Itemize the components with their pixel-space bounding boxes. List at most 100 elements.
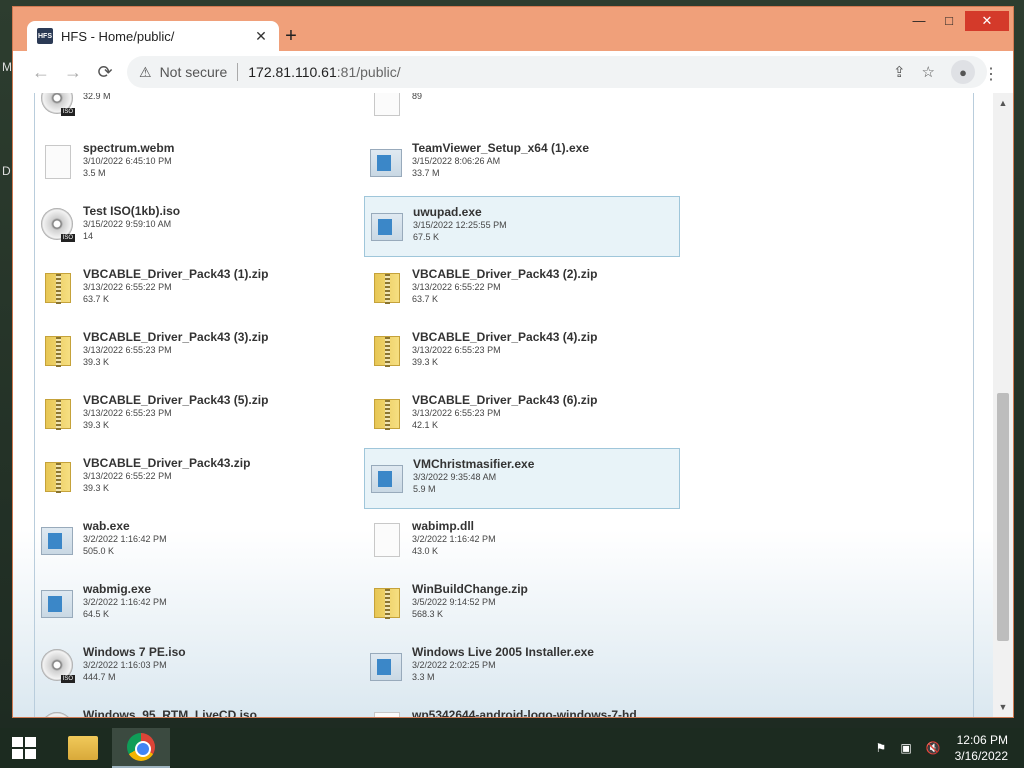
clock[interactable]: 12:06 PM 3/16/2022	[955, 732, 1008, 764]
file-item[interactable]: Windows 7 PE.iso3/2/2022 1:16:03 PM 444.7…	[35, 637, 351, 698]
zip-folder-icon[interactable]	[370, 334, 404, 372]
file-item[interactable]: VBCABLE_Driver_Pack43.zip 3/13/2022 6:55:…	[35, 448, 351, 509]
file-name[interactable]: uwupad.exe	[413, 205, 507, 219]
file-size: 32.9 M	[83, 93, 111, 101]
disc-image-icon[interactable]	[41, 649, 75, 687]
file-item[interactable]: VBCABLE_Driver_Pack43 (1).zip 3/13/2022 6…	[35, 259, 351, 320]
file-item[interactable]: uwupad.exe 3/15/2022 12:25:55 PM 67.5 K	[364, 196, 680, 257]
new-tab-button[interactable]: +	[279, 25, 303, 49]
file-date: 3/13/2022 6:55:23 PM	[83, 345, 172, 355]
file-date: 3/2/2022 1:16:42 PM	[412, 534, 496, 544]
tab-hfs[interactable]: HFS HFS - Home/public/ ✕	[27, 21, 279, 51]
zip-folder-icon[interactable]	[41, 460, 75, 498]
file-name[interactable]: VBCABLE_Driver_Pack43 (3).zip	[83, 330, 268, 344]
file-name[interactable]: Windows 7 PE.iso	[83, 645, 186, 659]
close-window-button[interactable]: ✕	[965, 11, 1009, 31]
file-name[interactable]: VBCABLE_Driver_Pack43 (5).zip	[83, 393, 268, 407]
file-item[interactable]: TeamViewer_Setup_x64 (1).exe 3/15/2022 8:…	[364, 133, 680, 194]
forward-arrow-icon[interactable]: →	[57, 56, 89, 88]
file-name[interactable]: VBCABLE_Driver_Pack43.zip	[83, 456, 250, 470]
document-icon[interactable]	[370, 523, 404, 561]
scrollbar-thumb[interactable]	[997, 393, 1009, 641]
zip-folder-icon[interactable]	[41, 397, 75, 435]
zip-folder-icon[interactable]	[370, 397, 404, 435]
file-name[interactable]: Windows Live 2005 Installer.exe	[412, 645, 594, 659]
file-date: 3/2/2022 2:02:25 PM	[412, 660, 496, 670]
address-bar[interactable]: ⚠ Not secure 172.81.110.61:81/public/ ⇪ …	[127, 56, 987, 88]
file-item[interactable]: VMChristmasifier.exe 3/3/2022 9:35:48 AM 5…	[364, 448, 680, 509]
file-name[interactable]: spectrum.webm	[83, 141, 174, 155]
star-icon[interactable]: ☆	[922, 63, 935, 81]
scroll-down-icon[interactable]: ▼	[993, 699, 1013, 715]
tab-close-icon[interactable]: ✕	[253, 28, 269, 45]
maximize-button[interactable]: □	[935, 11, 963, 31]
file-item[interactable]: VBCABLE_Driver_Pack43 (3).zip 3/13/2022 6…	[35, 322, 351, 383]
volume-muted-icon[interactable]: 🔇	[926, 741, 941, 755]
file-item[interactable]: VBCABLE_Driver_Pack43 (5).zip 3/13/2022 6…	[35, 385, 351, 446]
file-name[interactable]: VMChristmasifier.exe	[413, 457, 534, 471]
file-item[interactable]: wp5342644-android-logo-windows-7-hd...	[364, 700, 680, 717]
warning-icon[interactable]: ⚠	[139, 64, 152, 81]
file-item[interactable]: wabimp.dll 3/2/2022 1:16:42 PM 43.0 K	[364, 511, 680, 572]
profile-icon[interactable]: ●	[951, 60, 975, 84]
minimize-button[interactable]: —	[905, 11, 933, 31]
network-icon[interactable]: ▣	[900, 741, 911, 755]
file-date: 3/13/2022 6:55:23 PM	[83, 408, 172, 418]
disc-image-icon[interactable]	[41, 93, 75, 120]
scrollbar[interactable]: ▲ ▼	[993, 93, 1013, 717]
file-item[interactable]: Windows_95_RTM_LiveCD.iso	[35, 700, 351, 717]
application-icon[interactable]	[371, 461, 405, 499]
file-item[interactable]: Test ISO(1kb).iso3/15/2022 9:59:10 AM 14	[35, 196, 351, 257]
file-info: 3/2/2022 1:08:36 PM89	[412, 93, 496, 102]
file-explorer-icon[interactable]	[54, 728, 112, 768]
file-name[interactable]: Test ISO(1kb).iso	[83, 204, 180, 218]
not-secure-label[interactable]: Not secure	[160, 64, 228, 80]
file-name[interactable]: VBCABLE_Driver_Pack43 (1).zip	[83, 267, 268, 281]
zip-folder-icon[interactable]	[41, 271, 75, 309]
file-item[interactable]: VBCABLE_Driver_Pack43 (4).zip 3/13/2022 6…	[364, 322, 680, 383]
scroll-up-icon[interactable]: ▲	[993, 95, 1013, 111]
file-item[interactable]: spectrum.webm 3/10/2022 6:45:10 PM 3.5 M	[35, 133, 351, 194]
file-item[interactable]: VBCABLE_Driver_Pack43 (2).zip 3/13/2022 6…	[364, 259, 680, 320]
file-name[interactable]: wabmig.exe	[83, 582, 167, 596]
application-icon[interactable]	[371, 209, 405, 247]
file-name[interactable]: Windows_95_RTM_LiveCD.iso	[83, 708, 257, 717]
disc-image-icon[interactable]	[41, 712, 75, 717]
zip-folder-icon[interactable]	[370, 586, 404, 624]
disc-image-icon[interactable]	[41, 208, 75, 246]
file-name[interactable]: wabimp.dll	[412, 519, 496, 533]
file-name[interactable]: wp5342644-android-logo-windows-7-hd...	[412, 708, 647, 717]
file-item[interactable]: wabmig.exe 3/2/2022 1:16:42 PM 64.5 K	[35, 574, 351, 635]
reload-icon[interactable]: ⟳	[89, 56, 121, 88]
file-name[interactable]: wab.exe	[83, 519, 167, 533]
back-arrow-icon[interactable]: ←	[25, 56, 57, 88]
file-name[interactable]: VBCABLE_Driver_Pack43 (4).zip	[412, 330, 597, 344]
chrome-taskbar-button[interactable]	[112, 728, 170, 768]
zip-folder-icon[interactable]	[370, 271, 404, 309]
file-item[interactable]: Windows Live 2005 Installer.exe 3/2/2022 …	[364, 637, 680, 698]
share-icon[interactable]: ⇪	[893, 63, 906, 81]
url-host[interactable]: 172.81.110.61	[248, 64, 337, 80]
start-button[interactable]	[0, 728, 48, 768]
config-file-icon[interactable]	[370, 93, 404, 120]
file-name[interactable]: TeamViewer_Setup_x64 (1).exe	[412, 141, 589, 155]
menu-dots-icon[interactable]: ⋮	[983, 64, 999, 84]
file-date: 3/13/2022 6:55:23 PM	[412, 345, 501, 355]
document-icon[interactable]	[41, 145, 75, 183]
application-icon[interactable]	[370, 145, 404, 183]
file-item[interactable]: VBCABLE_Driver_Pack43 (6).zip 3/13/2022 6…	[364, 385, 680, 446]
file-item[interactable]: 3/2/2022 1:59:03 PM32.9 M	[35, 93, 351, 131]
file-name[interactable]: VBCABLE_Driver_Pack43 (6).zip	[412, 393, 597, 407]
file-item[interactable]: WinBuildChange.zip 3/5/2022 9:14:52 PM 568…	[364, 574, 680, 635]
url-path[interactable]: :81/public/	[337, 64, 401, 80]
file-name[interactable]: WinBuildChange.zip	[412, 582, 528, 596]
document-icon[interactable]	[370, 712, 404, 717]
application-icon[interactable]	[41, 586, 75, 624]
application-icon[interactable]	[41, 523, 75, 561]
action-center-flag-icon[interactable]: ⚑	[876, 741, 887, 755]
zip-folder-icon[interactable]	[41, 334, 75, 372]
application-icon[interactable]	[370, 649, 404, 687]
file-name[interactable]: VBCABLE_Driver_Pack43 (2).zip	[412, 267, 597, 281]
file-item[interactable]: wab.exe 3/2/2022 1:16:42 PM 505.0 K	[35, 511, 351, 572]
file-item[interactable]: 3/2/2022 1:08:36 PM89	[364, 93, 680, 131]
